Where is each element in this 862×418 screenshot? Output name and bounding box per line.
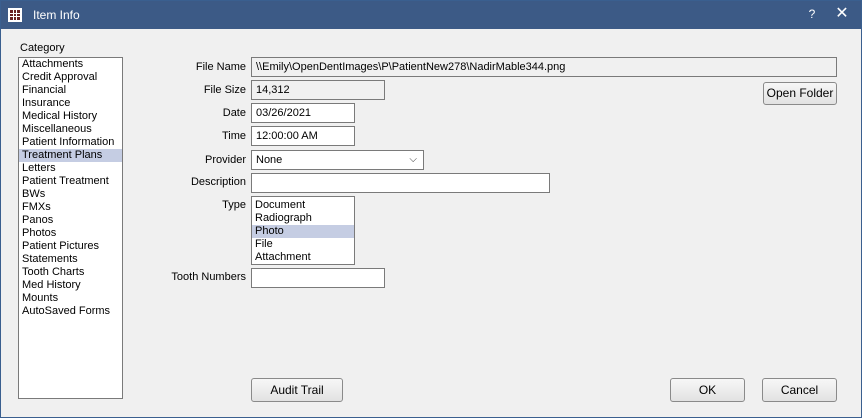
time-field[interactable]: 12:00:00 AM [251,126,355,146]
category-item[interactable]: Letters [19,162,122,175]
category-item[interactable]: Miscellaneous [19,123,122,136]
type-list[interactable]: Document Radiograph Photo File Attachment [251,196,355,265]
category-item[interactable]: Mounts [19,292,122,305]
category-item[interactable]: Treatment Plans [19,149,122,162]
category-item[interactable]: Financial [19,84,122,97]
category-item[interactable]: BWs [19,188,122,201]
category-item[interactable]: Patient Pictures [19,240,122,253]
category-item[interactable]: Patient Treatment [19,175,122,188]
title-bar[interactable]: Item Info ? ✕ [1,1,861,29]
item-info-window: Item Info ? ✕ Category Attachments Credit… [0,0,862,418]
type-option[interactable]: Photo [252,225,354,238]
file-name-field[interactable]: \\Emily\OpenDentImages\P\PatientNew278\N… [251,57,837,77]
close-button[interactable]: ✕ [833,5,851,23]
category-item[interactable]: Photos [19,227,122,240]
help-button[interactable]: ? [804,7,820,23]
chevron-down-icon: ⌵ [409,154,417,165]
cancel-button[interactable]: Cancel [762,378,837,402]
time-label: Time [221,130,246,142]
category-list[interactable]: Attachments Credit Approval Financial Insur… [18,57,123,399]
type-option[interactable]: Radiograph [252,212,354,225]
app-grid-icon [8,8,22,22]
date-field[interactable]: 03/26/2021 [251,103,355,123]
tooth-numbers-label: Tooth Numbers [171,271,246,283]
file-size-label: File Size [203,84,246,96]
description-field[interactable] [251,173,550,193]
tooth-numbers-field[interactable] [251,268,385,288]
open-folder-button[interactable]: Open Folder [763,82,837,105]
category-item[interactable]: AutoSaved Forms [19,305,122,318]
description-label: Description [190,176,246,188]
category-item[interactable]: FMXs [19,201,122,214]
window-title: Item Info [33,8,80,22]
category-item[interactable]: Insurance [19,97,122,110]
file-size-field[interactable]: 14,312 [251,80,385,100]
audit-trail-button[interactable]: Audit Trail [251,378,343,402]
type-option[interactable]: Document [252,199,354,212]
category-item[interactable]: Attachments [19,58,122,71]
category-label: Category [20,42,65,54]
ok-button[interactable]: OK [670,378,745,402]
category-item[interactable]: Credit Approval [19,71,122,84]
type-option[interactable]: Attachment [252,251,354,264]
provider-selected-value: None [256,154,283,166]
category-item[interactable]: Tooth Charts [19,266,122,279]
provider-dropdown[interactable]: None ⌵ [251,150,424,170]
provider-label: Provider [205,154,246,166]
type-label: Type [222,199,246,211]
file-name-label: File Name [195,61,246,73]
category-item[interactable]: Patient Information [19,136,122,149]
category-item[interactable]: Panos [19,214,122,227]
category-item[interactable]: Statements [19,253,122,266]
category-item[interactable]: Med History [19,279,122,292]
category-item[interactable]: Medical History [19,110,122,123]
date-label: Date [222,107,246,119]
type-option[interactable]: File [252,238,354,251]
